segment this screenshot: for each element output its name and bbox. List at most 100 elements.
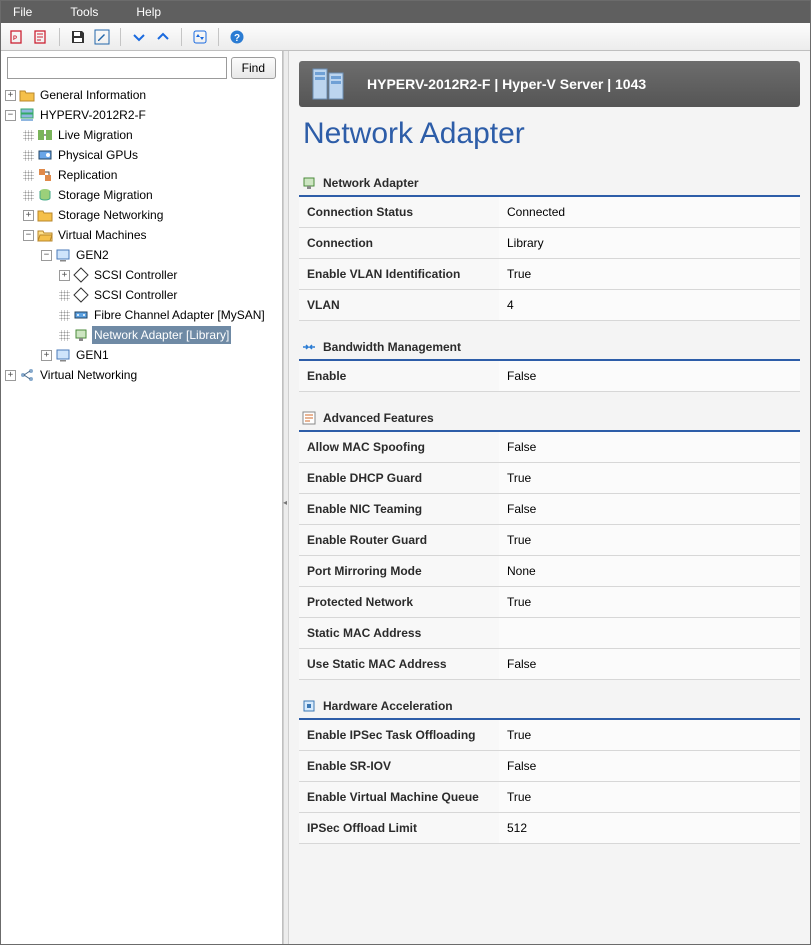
table-row: Enable Router GuardTrue [299,525,800,556]
menubar: File Tools Help [1,1,810,23]
table-row: ConnectionLibrary [299,228,800,259]
table-row: Connection StatusConnected [299,197,800,228]
migration-icon [37,127,53,143]
tree-panel: Find + General Information − [1,51,283,944]
tree-item-scsi-2[interactable]: SCSI Controller [57,285,280,305]
find-row: Find [1,51,282,83]
edit-icon[interactable] [92,27,112,47]
tree-leaf-icon [23,170,34,181]
splitter-handle[interactable] [283,51,289,944]
export-pdf-icon[interactable]: P [7,27,27,47]
svg-text:P: P [13,36,17,42]
network-adapter-icon [73,327,89,343]
vm-icon [55,347,71,363]
menu-help[interactable]: Help [132,3,165,21]
help-icon[interactable]: ? [227,27,247,47]
expand-toggle-icon[interactable]: + [41,350,52,361]
tree-leaf-icon [23,130,34,141]
collapse-toggle-icon[interactable]: − [41,250,52,261]
tree-item-physical-gpus[interactable]: Physical GPUs [21,145,280,165]
expand-toggle-icon[interactable]: + [5,370,16,381]
replication-icon [37,167,53,183]
tree-item-host[interactable]: − HYPERV-2012R2-F [3,105,280,125]
fibre-channel-icon [73,307,89,323]
toolbar-separator [218,28,219,46]
main-body: Find + General Information − [1,51,810,944]
table-row: Enable Virtual Machine QueueTrue [299,782,800,813]
table-row: Enable SR-IOVFalse [299,751,800,782]
tree-item-gen1[interactable]: +GEN1 [39,345,280,365]
tree-item-general-info[interactable]: + General Information [3,85,280,105]
table-row: VLAN4 [299,290,800,321]
tree-item-scsi-1[interactable]: +SCSI Controller [57,265,280,285]
server-header-icon [309,65,357,103]
tree-item-gen2[interactable]: −GEN2 [39,245,280,265]
table-row: EnableFalse [299,361,800,392]
props-table: Enable IPSec Task OffloadingTrue Enable … [299,720,800,844]
table-row: Allow MAC SpoofingFalse [299,432,800,463]
table-row: Enable DHCP GuardTrue [299,463,800,494]
app-window: File Tools Help P ? [0,0,811,945]
table-row: Use Static MAC AddressFalse [299,649,800,680]
gpu-icon [37,147,53,163]
svg-text:?: ? [234,33,240,44]
server-icon [19,107,35,123]
tree-item-replication[interactable]: Replication [21,165,280,185]
find-input[interactable] [7,57,227,79]
table-row: IPSec Offload Limit512 [299,813,800,844]
table-row: Protected NetworkTrue [299,587,800,618]
toolbar: P ? [1,23,810,51]
toolbar-separator [181,28,182,46]
advanced-features-icon [301,410,317,426]
collapse-toggle-icon[interactable]: − [23,230,34,241]
save-icon[interactable] [68,27,88,47]
folder-icon [19,87,35,103]
header-title: HYPERV-2012R2-F | Hyper-V Server | 1043 [367,76,646,92]
collapse-icon[interactable] [153,27,173,47]
tree-item-virtual-networking[interactable]: +Virtual Networking [3,365,280,385]
tree[interactable]: + General Information − HYPERV-2012R2-F [1,83,282,944]
expand-toggle-icon[interactable]: + [23,210,34,221]
toolbar-separator [59,28,60,46]
content-panel: HYPERV-2012R2-F | Hyper-V Server | 1043 … [289,51,810,944]
network-adapter-icon [301,175,317,191]
tree-item-storage-networking[interactable]: +Storage Networking [21,205,280,225]
header-bar: HYPERV-2012R2-F | Hyper-V Server | 1043 [299,61,800,107]
table-row: Port Mirroring ModeNone [299,556,800,587]
tree-leaf-icon [59,310,70,321]
tree-leaf-icon [23,150,34,161]
refresh-icon[interactable] [190,27,210,47]
find-button[interactable]: Find [231,57,276,79]
expand-toggle-icon[interactable]: + [59,270,70,281]
section-title: Bandwidth Management [323,340,461,354]
folder-open-icon [37,227,53,243]
expand-icon[interactable] [129,27,149,47]
virtual-network-icon [19,367,35,383]
hardware-accel-icon [301,698,317,714]
collapse-toggle-icon[interactable]: − [5,110,16,121]
folder-icon [37,207,53,223]
table-row: Enable VLAN IdentificationTrue [299,259,800,290]
tree-item-live-migration[interactable]: Live Migration [21,125,280,145]
props-table: Connection StatusConnected ConnectionLib… [299,197,800,321]
menu-tools[interactable]: Tools [66,3,102,21]
menu-file[interactable]: File [9,3,36,21]
export-doc-icon[interactable] [31,27,51,47]
section-bandwidth: Bandwidth Management EnableFalse [299,335,800,392]
tree-item-storage-migration[interactable]: Storage Migration [21,185,280,205]
section-title: Advanced Features [323,411,434,425]
page-title: Network Adapter [303,117,796,151]
scsi-icon [73,287,89,303]
section-advanced: Advanced Features Allow MAC SpoofingFals… [299,406,800,680]
tree-item-fc-adapter[interactable]: Fibre Channel Adapter [MySAN] [57,305,280,325]
tree-item-virtual-machines[interactable]: −Virtual Machines [21,225,280,245]
props-table: EnableFalse [299,361,800,392]
tree-leaf-icon [23,190,34,201]
section-hardware: Hardware Acceleration Enable IPSec Task … [299,694,800,844]
table-row: Enable NIC TeamingFalse [299,494,800,525]
table-row: Static MAC Address [299,618,800,649]
section-title: Network Adapter [323,176,419,190]
tree-item-network-adapter[interactable]: Network Adapter [Library] [57,325,280,345]
expand-toggle-icon[interactable]: + [5,90,16,101]
bandwidth-icon [301,339,317,355]
